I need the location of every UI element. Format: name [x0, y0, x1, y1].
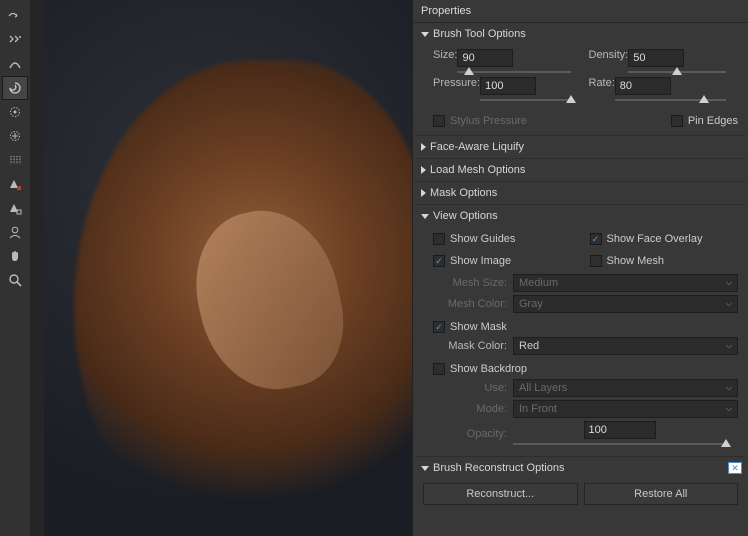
disclosure-right-icon	[421, 166, 426, 174]
section-load-mesh-options[interactable]: Load Mesh Options	[415, 158, 746, 181]
tool-thaw-mask[interactable]	[2, 196, 28, 220]
tool-push-left[interactable]	[2, 148, 28, 172]
section-view-options[interactable]: View Options	[415, 204, 746, 227]
backdrop-opacity-slider[interactable]	[513, 441, 726, 447]
brush-density-slider[interactable]	[628, 69, 726, 75]
close-ad-icon[interactable]: ✕	[728, 462, 742, 474]
chevron-down-icon: ⌵	[726, 341, 732, 351]
section-face-aware-liquify[interactable]: Face-Aware Liquify	[415, 135, 746, 158]
disclosure-down-icon	[421, 32, 429, 37]
canvas-image	[44, 0, 412, 536]
show-guides-checkbox[interactable]: Show Guides	[433, 233, 582, 245]
show-backdrop-checkbox[interactable]: Show Backdrop	[433, 363, 738, 375]
section-brush-tool-options[interactable]: Brush Tool Options	[415, 23, 746, 45]
brush-pressure-slider[interactable]	[480, 97, 570, 103]
backdrop-use-select[interactable]: All Layers⌵	[513, 379, 738, 397]
chevron-down-icon: ⌵	[726, 299, 732, 309]
tool-pucker[interactable]	[2, 100, 28, 124]
checkbox-icon	[671, 115, 683, 127]
checkbox-icon	[433, 233, 445, 245]
disclosure-right-icon	[421, 189, 426, 197]
tool-reconstruct[interactable]	[2, 28, 28, 52]
show-mask-checkbox[interactable]: Show Mask	[433, 321, 738, 333]
restore-all-button[interactable]: Restore All	[584, 483, 739, 505]
show-face-overlay-checkbox[interactable]: Show Face Overlay	[590, 233, 739, 245]
reconstruct-button[interactable]: Reconstruct...	[423, 483, 578, 505]
backdrop-mode-select[interactable]: In Front⌵	[513, 400, 738, 418]
stylus-pressure-checkbox[interactable]: Stylus Pressure	[433, 115, 527, 127]
backdrop-opacity-input[interactable]	[584, 421, 656, 439]
mesh-color-select[interactable]: Gray⌵	[513, 295, 738, 313]
mesh-size-select[interactable]: Medium⌵	[513, 274, 738, 292]
tool-bloat[interactable]	[2, 124, 28, 148]
show-image-checkbox[interactable]: Show Image	[433, 255, 582, 267]
canvas-viewport[interactable]	[30, 0, 412, 536]
properties-panel: Properties Brush Tool Options Size: Dens…	[412, 0, 748, 536]
tool-smooth[interactable]	[2, 52, 28, 76]
disclosure-down-icon	[421, 214, 429, 219]
brush-rate-slider[interactable]	[615, 97, 726, 103]
tool-face[interactable]	[2, 220, 28, 244]
disclosure-down-icon	[421, 466, 429, 471]
checkbox-checked-icon	[433, 255, 445, 267]
brush-pressure-input[interactable]	[480, 77, 536, 95]
tool-freeze-mask[interactable]	[2, 172, 28, 196]
brush-size-input[interactable]	[457, 49, 513, 67]
checkbox-icon	[590, 255, 602, 267]
checkbox-checked-icon	[590, 233, 602, 245]
checkbox-checked-icon	[433, 321, 445, 333]
checkbox-icon	[433, 363, 445, 375]
chevron-down-icon: ⌵	[726, 404, 732, 414]
chevron-down-icon: ⌵	[726, 383, 732, 393]
tool-forward-warp[interactable]	[2, 4, 28, 28]
chevron-down-icon: ⌵	[726, 278, 732, 288]
mask-color-select[interactable]: Red⌵	[513, 337, 738, 355]
disclosure-right-icon	[421, 143, 426, 151]
panel-title: Properties	[413, 0, 748, 23]
brush-rate-input[interactable]	[615, 77, 671, 95]
tool-twirl[interactable]	[2, 76, 28, 100]
brush-density-input[interactable]	[628, 49, 684, 67]
show-mesh-checkbox[interactable]: Show Mesh	[590, 255, 739, 267]
section-brush-reconstruct-options[interactable]: Brush Reconstruct Options ✕	[415, 456, 746, 479]
checkbox-icon	[433, 115, 445, 127]
brush-size-slider[interactable]	[457, 69, 570, 75]
pin-edges-checkbox[interactable]: Pin Edges	[671, 115, 738, 127]
tool-zoom[interactable]	[2, 268, 28, 292]
section-mask-options[interactable]: Mask Options	[415, 181, 746, 204]
tool-sidebar	[0, 0, 30, 536]
tool-hand[interactable]	[2, 244, 28, 268]
